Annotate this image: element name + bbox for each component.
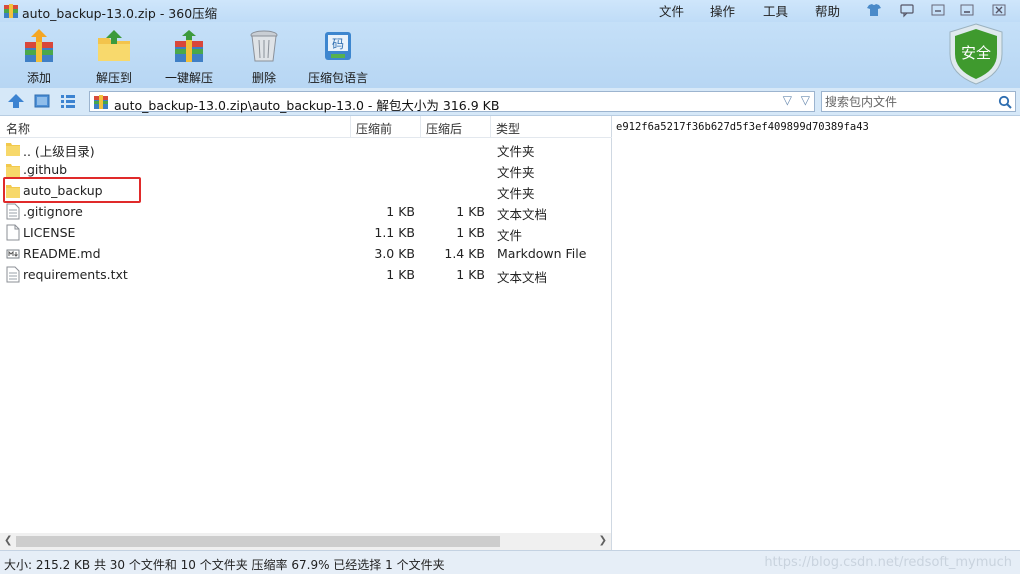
file-type: 文件夹 [497,165,535,180]
file-type: 文件夹 [497,144,535,159]
column-divider[interactable] [350,116,351,138]
add-button[interactable]: 添加 [7,28,71,86]
address-bar: auto_backup-13.0.zip\auto_backup-13.0 - … [0,88,1020,116]
folder-icon [6,161,20,178]
search-input[interactable] [825,94,993,109]
up-arrow-icon[interactable] [7,93,25,109]
folder-icon [6,140,20,157]
scrollbar-thumb[interactable] [16,536,500,547]
file-icon [6,224,20,241]
file-list-pane: 名称 压缩前 压缩后 类型 .. (上级目录) 文件夹 .github 文件夹 auto… [0,116,612,550]
file-size-before: 1.1 KB [374,225,415,240]
archive-language-button[interactable]: 码 压缩包语言 [306,28,370,86]
scroll-right-arrow-icon[interactable]: ❯ [599,535,607,546]
file-size-after: 1.4 KB [444,246,485,261]
list-view-icon[interactable] [59,93,77,109]
one-click-extract-label: 一键解压 [164,71,213,85]
file-type: 文件 [497,228,523,243]
file-size-before: 1 KB [386,204,415,219]
column-divider[interactable] [490,116,491,138]
file-row[interactable]: .gitignore 1 KB 1 KB 文本文档 [0,201,612,222]
extract-to-label: 解压到 [95,71,132,85]
column-type[interactable]: 类型 [496,120,520,137]
close-icon[interactable] [990,2,1008,18]
minimize-icon[interactable] [958,2,976,18]
horizontal-scrollbar[interactable]: ❮ ❯ [0,533,611,550]
status-text: 大小: 215.2 KB 共 30 个文件和 10 个文件夹 压缩率 67.9%… [4,558,445,572]
add-books-icon [25,29,53,62]
feedback-icon[interactable] [898,2,916,18]
text-file-icon [6,266,20,283]
file-name: README.md [23,246,101,261]
one-click-extract-icon [175,30,203,62]
selection-highlight [3,177,141,203]
menu-operation[interactable]: 操作 [710,1,735,20]
search-box[interactable] [821,91,1016,112]
path-filter-icon[interactable]: ▽ [801,93,810,107]
archive-language-icon: 码 [325,32,351,60]
archive-comment-pane: e912f6a5217f36b627d5f3ef409899d70389fa43 [613,116,1020,550]
extract-to-button[interactable]: 解压到 [82,28,146,86]
file-type: 文件夹 [497,186,535,201]
column-divider[interactable] [420,116,421,138]
large-icon-view-icon[interactable] [33,93,51,109]
file-size-before: 1 KB [386,267,415,282]
scroll-left-arrow-icon[interactable]: ❮ [4,535,12,546]
toolbar: 添加 解压到 一键解压 删除 码 压缩包语言 安全 [0,22,1020,88]
delete-button[interactable]: 删除 [232,28,296,86]
delete-label: 删除 [251,71,276,85]
text-file-icon [6,203,20,220]
file-row[interactable]: README.md 3.0 KB 1.4 KB Markdown File [0,243,612,264]
menu-tools[interactable]: 工具 [763,1,788,20]
add-label: 添加 [26,71,51,85]
file-size-after: 1 KB [456,225,485,240]
file-row[interactable]: .. (上级目录) 文件夹 [0,138,612,159]
zip-archive-icon [94,95,108,109]
menu-file[interactable]: 文件 [659,1,684,20]
archive-language-label: 压缩包语言 [307,71,368,85]
one-click-extract-button[interactable]: 一键解压 [157,28,221,86]
column-size-before[interactable]: 压缩前 [356,120,392,137]
path-history-dropdown-icon[interactable]: ▽ [783,93,792,107]
svg-text:码: 码 [332,37,344,51]
file-type: 文本文档 [497,207,548,222]
menu-dropdown-icon[interactable] [929,2,947,18]
search-icon[interactable] [998,95,1012,109]
security-badge-text: 安全 [961,44,991,62]
file-list-header: 名称 压缩前 压缩后 类型 [0,116,612,138]
file-name: LICENSE [23,225,76,240]
menu-help[interactable]: 帮助 [815,1,840,20]
column-name[interactable]: 名称 [6,120,30,137]
trash-icon [250,30,278,62]
file-size-after: 1 KB [456,204,485,219]
status-bar: 大小: 215.2 KB 共 30 个文件和 10 个文件夹 压缩率 67.9%… [0,550,1020,574]
extract-to-folder-icon [98,30,130,61]
file-type: Markdown File [497,246,587,261]
file-name: .. (上级目录) [23,144,95,159]
file-name: .github [23,162,68,177]
skin-shirt-icon[interactable] [865,2,883,18]
file-name: requirements.txt [23,267,128,282]
file-size-before: 3.0 KB [374,246,415,261]
path-text: auto_backup-13.0.zip\auto_backup-13.0 - … [114,98,500,113]
file-row[interactable]: requirements.txt 1 KB 1 KB 文本文档 [0,264,612,285]
window-title: auto_backup-13.0.zip - 360压缩 [22,6,218,21]
archive-comment-text: e912f6a5217f36b627d5f3ef409899d70389fa43 [616,121,869,133]
security-shield-icon[interactable]: 安全 [946,22,1006,86]
file-name: .gitignore [23,204,83,219]
column-size-after[interactable]: 压缩后 [426,120,462,137]
app-archive-icon [4,4,18,18]
markdown-file-icon [6,245,20,262]
file-row[interactable]: LICENSE 1.1 KB 1 KB 文件 [0,222,612,243]
title-bar: auto_backup-13.0.zip - 360压缩 文件 操作 工具 帮助 [0,0,1020,22]
path-field[interactable]: auto_backup-13.0.zip\auto_backup-13.0 - … [89,91,815,113]
file-size-after: 1 KB [456,267,485,282]
file-type: 文本文档 [497,270,548,285]
watermark-text: https://blog.csdn.net/redsoft_mymuch [764,555,1012,570]
